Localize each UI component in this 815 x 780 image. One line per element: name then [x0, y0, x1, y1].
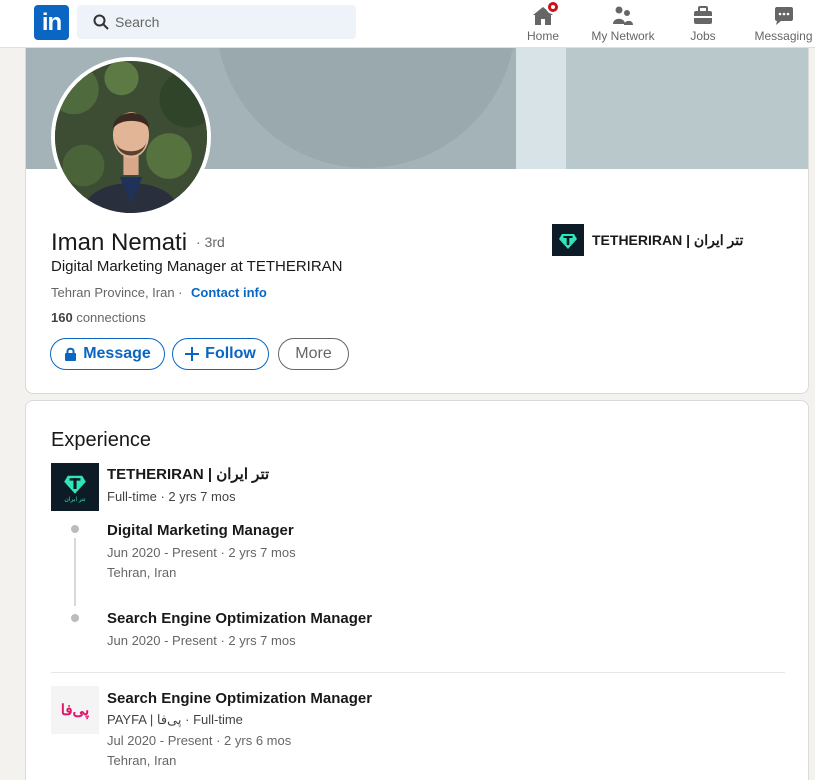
search-icon — [93, 14, 109, 30]
profile-card: Iman Nemati · 3rd Digital Marketing Mana… — [25, 37, 809, 394]
notification-badge — [546, 0, 560, 14]
plus-icon — [185, 347, 200, 361]
profile-name: Iman Nemati — [51, 229, 188, 256]
tetheriran-logo[interactable]: تتر ایران — [51, 463, 99, 511]
message-button-label: Message — [83, 345, 151, 362]
role-dates: Jun 2020 - Present · 2 yrs 7 mos — [107, 633, 296, 648]
section-divider — [51, 672, 785, 673]
current-company[interactable]: TETHERIRAN | تتر ایران — [552, 224, 743, 256]
experience-heading: Experience — [51, 429, 152, 451]
role-location: Tehran, Iran — [107, 753, 177, 768]
search-box[interactable] — [77, 5, 356, 39]
nav-home-label: Home — [526, 29, 559, 43]
search-input[interactable] — [115, 5, 345, 39]
jobs-icon — [691, 4, 715, 28]
more-button[interactable]: More — [278, 338, 349, 370]
lock-icon — [65, 347, 77, 361]
experience-company-summary: Full-time · 2 yrs 7 mos — [107, 489, 236, 504]
profile-location: Tehran Province, Iran · — [51, 285, 183, 300]
nav-messaging-label: Messaging — [754, 29, 813, 43]
payfa-logo[interactable]: پی‌فا — [51, 686, 99, 734]
nav-my-network-label: My Network — [591, 29, 655, 43]
profile-avatar[interactable] — [51, 57, 211, 217]
contact-info-link[interactable]: Contact info — [191, 285, 267, 300]
tether-icon — [559, 234, 577, 249]
follow-button[interactable]: Follow — [172, 338, 269, 370]
role-title[interactable]: Search Engine Optimization Manager — [107, 690, 372, 707]
role-location: Tehran, Iran — [107, 565, 177, 580]
role-title[interactable]: Search Engine Optimization Manager — [107, 610, 372, 627]
more-button-label: More — [295, 345, 332, 362]
top-navigation-bar: in Home My Network Jobs Messaging — [0, 0, 815, 48]
nav-messaging[interactable]: Messaging — [752, 0, 815, 48]
role-title[interactable]: Digital Marketing Manager — [107, 522, 294, 539]
messaging-icon — [772, 4, 796, 28]
connections-label: connections — [76, 310, 146, 325]
follow-button-label: Follow — [205, 345, 256, 362]
profile-photo — [55, 61, 207, 213]
timeline-line — [74, 538, 76, 606]
tetheriran-logo — [552, 224, 584, 256]
timeline-dot — [71, 614, 79, 622]
timeline-dot — [71, 525, 79, 533]
connection-degree: · 3rd — [196, 234, 225, 250]
linkedin-logo[interactable]: in — [34, 5, 69, 40]
tether-icon — [64, 475, 86, 494]
message-button[interactable]: Message — [50, 338, 165, 370]
home-icon — [531, 0, 560, 28]
nav-home[interactable]: Home — [524, 0, 562, 48]
network-icon — [611, 4, 635, 28]
experience-company-name: PAYFA | پی‌فا · Full-time — [107, 712, 243, 727]
logo-caption: تتر ایران — [64, 497, 86, 503]
profile-headline: Digital Marketing Manager at TETHERIRAN — [51, 258, 343, 275]
nav-jobs[interactable]: Jobs — [686, 0, 720, 48]
nav-jobs-label: Jobs — [690, 29, 716, 43]
role-dates: Jul 2020 - Present · 2 yrs 6 mos — [107, 733, 292, 748]
connections-count[interactable]: 160 connections — [51, 310, 146, 325]
nav-my-network[interactable]: My Network — [588, 0, 658, 48]
connections-number: 160 — [51, 310, 73, 325]
current-company-name: TETHERIRAN | تتر ایران — [592, 231, 744, 248]
experience-card: Experience تتر ایران TETHERIRAN | تتر ای… — [25, 400, 809, 780]
experience-company-name[interactable]: TETHERIRAN | تتر ایران — [107, 465, 269, 483]
role-dates: Jun 2020 - Present · 2 yrs 7 mos — [107, 545, 296, 560]
